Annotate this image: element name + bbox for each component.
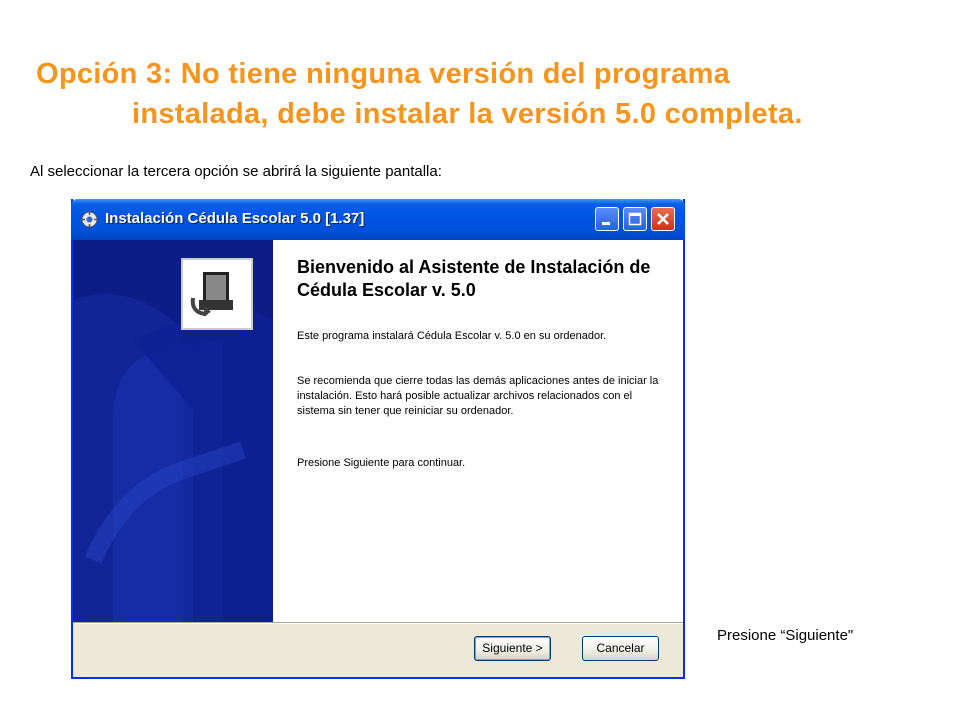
welcome-title: Bienvenido al Asistente de Instalación d…	[297, 257, 651, 300]
close-icon	[657, 213, 669, 225]
minimize-button[interactable]	[595, 207, 619, 231]
window-title: Instalación Cédula Escolar 5.0 [1.37]	[105, 210, 365, 227]
close-button[interactable]	[651, 207, 675, 231]
button-divider	[73, 622, 683, 624]
description-paragraph: Este programa instalará Cédula Escolar v…	[297, 330, 607, 342]
maximize-icon	[628, 212, 642, 226]
next-button[interactable]: Siguiente >	[474, 636, 551, 661]
caption-text: Presione “Siguiente"	[717, 627, 854, 644]
slide-title-line1: Opción 3: No tiene ninguna versión del p…	[36, 58, 731, 90]
computer-install-icon	[181, 258, 253, 330]
minimize-icon	[602, 222, 610, 225]
window-titlebar[interactable]: Instalación Cédula Escolar 5.0 [1.37]	[71, 199, 685, 240]
slide-title-line2: instalada, debe instalar la versión 5.0 …	[132, 98, 803, 130]
installer-icon	[81, 211, 98, 228]
recommendation-paragraph: Se recomienda que cierre todas las demás…	[297, 375, 659, 417]
wizard-content: Bienvenido al Asistente de Instalación d…	[273, 240, 683, 622]
installer-window: Instalación Cédula Escolar 5.0 [1.37] Bi…	[71, 199, 685, 679]
intro-text: Al seleccionar la tercera opción se abri…	[30, 163, 442, 180]
wizard-sidebar	[73, 240, 273, 622]
continue-paragraph: Presione Siguiente para continuar.	[297, 457, 466, 469]
maximize-button[interactable]	[623, 207, 647, 231]
slide-title: Opción 3: No tiene ninguna versión del p…	[36, 54, 936, 134]
cancel-button[interactable]: Cancelar	[582, 636, 659, 661]
